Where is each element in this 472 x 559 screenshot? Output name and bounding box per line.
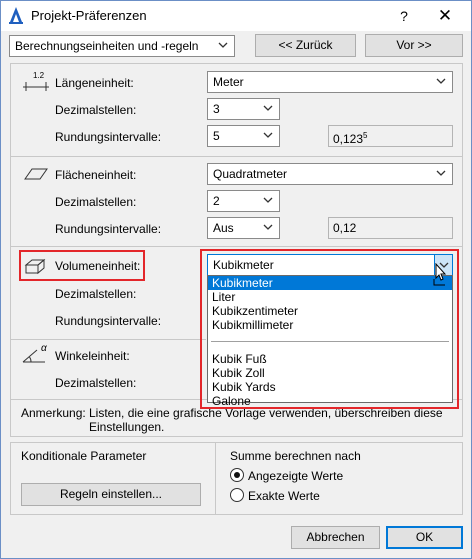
dropdown-separator bbox=[211, 341, 449, 342]
area-rounding-select[interactable]: Aus bbox=[207, 217, 280, 239]
window-title: Projekt-Präferenzen bbox=[31, 8, 147, 23]
area-unit-label: Flächeneinheit: bbox=[55, 168, 137, 182]
length-unit-value: Meter bbox=[213, 75, 244, 89]
radio-shown[interactable] bbox=[230, 468, 244, 482]
area-unit-value: Quadratmeter bbox=[213, 167, 288, 181]
length-preview-sup: 5 bbox=[363, 131, 368, 140]
app-icon bbox=[9, 7, 23, 24]
volume-rounding-label: Rundungsintervalle: bbox=[55, 314, 162, 328]
preferences-page-select[interactable]: Berechnungseinheiten und -regeln bbox=[9, 35, 235, 57]
volume-unit-select[interactable]: Kubikmeter bbox=[207, 254, 453, 276]
angle-unit-icon: α bbox=[21, 343, 51, 366]
area-unit-icon bbox=[24, 168, 48, 180]
length-decimals-value: 3 bbox=[213, 102, 220, 116]
radio-shown-label: Angezeigte Werte bbox=[248, 469, 344, 483]
volume-unit-icon bbox=[24, 258, 46, 275]
length-unit-label: Längeneinheit: bbox=[55, 76, 134, 90]
area-rounding-value: Aus bbox=[213, 221, 234, 235]
dropdown-option[interactable]: Kubikmillimeter bbox=[208, 318, 452, 332]
dropdown-option[interactable]: Kubik Zoll bbox=[208, 366, 452, 380]
area-decimals-label: Dezimalstellen: bbox=[55, 195, 137, 209]
dropdown-option[interactable]: Kubikmeter bbox=[208, 276, 452, 290]
area-unit-select[interactable]: Quadratmeter bbox=[207, 163, 453, 185]
angle-unit-label: Winkeleinheit: bbox=[55, 349, 130, 363]
chevron-down-icon bbox=[263, 105, 273, 111]
back-button[interactable]: << Zurück bbox=[255, 34, 356, 57]
divider bbox=[11, 246, 462, 247]
area-preview: 0,12 bbox=[328, 217, 453, 239]
length-decimals-select[interactable]: 3 bbox=[207, 98, 280, 120]
radio-exact[interactable] bbox=[230, 488, 244, 502]
dropdown-option[interactable]: Liter bbox=[208, 290, 452, 304]
volume-unit-dropdown-list: Kubikmeter Liter Kubikzentimeter Kubikmilli… bbox=[207, 275, 453, 408]
length-rounding-select[interactable]: 5 bbox=[207, 125, 280, 147]
area-decimals-select[interactable]: 2 bbox=[207, 190, 280, 212]
divider bbox=[11, 339, 206, 340]
divider bbox=[11, 156, 462, 157]
conditional-title: Konditionale Parameter bbox=[21, 449, 147, 463]
preferences-page-select-value: Berechnungseinheiten und -regeln bbox=[15, 39, 199, 53]
length-rounding-label: Rundungsintervalle: bbox=[55, 130, 162, 144]
area-rounding-label: Rundungsintervalle: bbox=[55, 222, 162, 236]
angle-decimals-label: Dezimalstellen: bbox=[55, 376, 137, 390]
title-bar[interactable]: Projekt-Präferenzen ? ✕ bbox=[1, 1, 471, 31]
next-button[interactable]: Vor >> bbox=[365, 34, 463, 57]
area-decimals-value: 2 bbox=[213, 194, 220, 208]
dropdown-option[interactable]: Kubikzentimeter bbox=[208, 304, 452, 318]
volume-unit-value: Kubikmeter bbox=[213, 258, 274, 272]
help-button[interactable]: ? bbox=[393, 5, 415, 27]
volume-unit-label: Volumeneinheit: bbox=[55, 259, 141, 273]
dropdown-option[interactable]: Kubik Yards bbox=[208, 380, 452, 394]
radio-exact-label: Exakte Werte bbox=[248, 489, 320, 503]
length-decimals-label: Dezimalstellen: bbox=[55, 103, 137, 117]
set-rules-button[interactable]: Regeln einstellen... bbox=[21, 483, 201, 506]
dropdown-option[interactable]: Kubik Fuß bbox=[208, 352, 452, 366]
dropdown-option[interactable]: Galone bbox=[208, 394, 452, 408]
chevron-down-icon bbox=[263, 197, 273, 203]
vertical-divider bbox=[215, 443, 216, 514]
length-preview: 0,1235 bbox=[328, 125, 453, 147]
chevron-down-icon bbox=[436, 78, 446, 84]
chevron-down-icon bbox=[436, 170, 446, 176]
chevron-down-icon bbox=[218, 42, 228, 48]
mouse-pointer-icon bbox=[433, 263, 447, 286]
close-button[interactable]: ✕ bbox=[433, 5, 457, 27]
length-rounding-value: 5 bbox=[213, 129, 220, 143]
cancel-button[interactable]: Abbrechen bbox=[291, 526, 380, 549]
note-label: Anmerkung: bbox=[21, 406, 86, 420]
length-preview-value: 0,123 bbox=[333, 132, 364, 146]
chevron-down-icon bbox=[263, 224, 273, 230]
project-preferences-dialog: Projekt-Präferenzen ? ✕ Berechnungseinhe… bbox=[0, 0, 472, 559]
ok-button[interactable]: OK bbox=[386, 526, 463, 549]
length-unit-select[interactable]: Meter bbox=[207, 71, 453, 93]
note-text-line2: Einstellungen. bbox=[89, 420, 165, 434]
chevron-down-icon bbox=[263, 132, 273, 138]
length-unit-icon: 1.2 bbox=[23, 71, 49, 91]
sum-title: Summe berechnen nach bbox=[230, 449, 361, 463]
volume-decimals-label: Dezimalstellen: bbox=[55, 287, 137, 301]
